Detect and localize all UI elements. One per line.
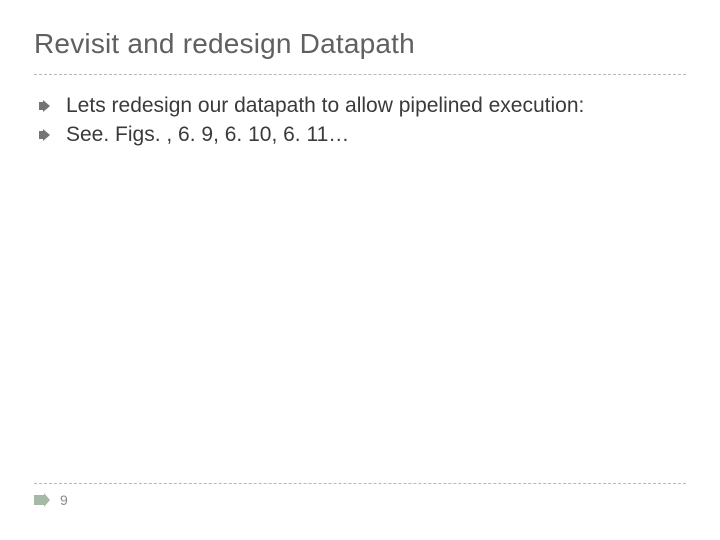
title-divider: [34, 74, 686, 75]
bullet-icon: [38, 128, 52, 142]
bullet-text: See. Figs. , 6. 9, 6. 10, 6. 11…: [66, 123, 349, 146]
footer-divider: [34, 483, 686, 484]
bullet-text: Lets redesign our datapath to allow pipe…: [66, 94, 584, 117]
slide-footer: 9: [34, 483, 686, 508]
bullet-list: Lets redesign our datapath to allow pipe…: [34, 93, 686, 149]
list-item: Lets redesign our datapath to allow pipe…: [38, 93, 686, 120]
page-number: 9: [60, 492, 68, 508]
slide: Revisit and redesign Datapath Lets redes…: [0, 0, 720, 540]
footer-row: 9: [34, 492, 686, 508]
list-item: See. Figs. , 6. 9, 6. 10, 6. 11…: [38, 122, 686, 149]
bullet-icon: [38, 99, 52, 113]
arrow-right-icon: [34, 493, 50, 507]
page-title: Revisit and redesign Datapath: [34, 28, 686, 60]
